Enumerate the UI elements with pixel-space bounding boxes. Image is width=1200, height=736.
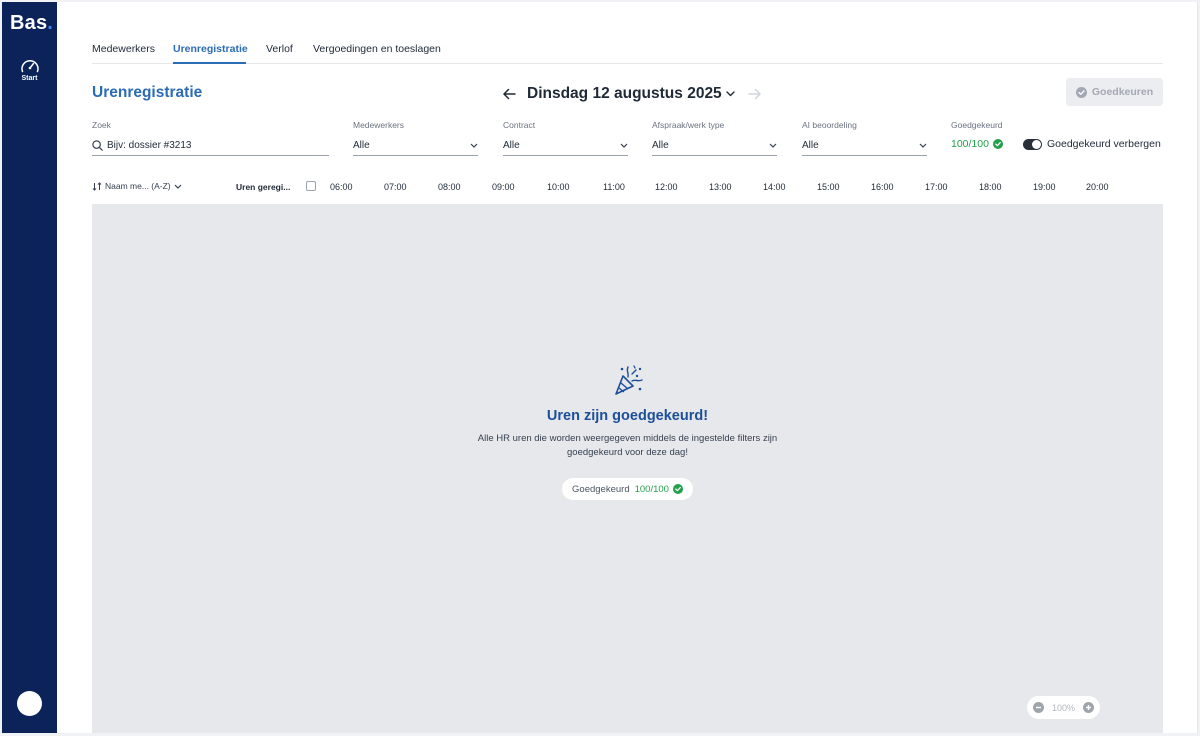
contract-filter: Contract Alle — [503, 120, 628, 157]
time-label: 18:00 — [979, 182, 1002, 192]
app-window: Bas. Start Medewerkers Urenregistratie V… — [2, 2, 1198, 733]
ai-rating-select[interactable]: Alle — [802, 135, 927, 156]
arrow-left-icon — [503, 88, 516, 100]
zoom-out-button[interactable] — [1033, 702, 1044, 713]
toggle-switch[interactable] — [1023, 138, 1042, 150]
appointment-type-filter: Afspraak/werk type Alle — [652, 120, 777, 157]
employees-select[interactable]: Alle — [353, 135, 478, 156]
hours-column-header[interactable]: Uren geregi... — [236, 182, 290, 192]
chevron-down-icon — [769, 143, 777, 148]
date-picker-toggle[interactable] — [725, 91, 735, 97]
empty-state-title: Uren zijn goedgekeurd! — [546, 408, 709, 424]
search-icon — [92, 139, 103, 151]
tab-bar: Medewerkers Urenregistratie Verlof Vergo… — [92, 38, 1163, 64]
time-label: 20:00 — [1086, 182, 1109, 192]
speedometer-icon — [20, 59, 39, 73]
check-circle-icon — [672, 484, 683, 494]
sidebar-item-label: Start — [21, 75, 38, 82]
chevron-down-icon — [725, 91, 735, 97]
time-label: 15:00 — [817, 182, 840, 192]
empty-state-text: Alle HR uren die worden weergegeven midd… — [477, 433, 778, 458]
time-label: 10:00 — [547, 182, 570, 192]
time-label: 07:00 — [384, 182, 407, 192]
chevron-down-icon — [470, 143, 478, 148]
party-popper-icon — [614, 365, 643, 395]
hide-approved-toggle[interactable]: Goedgekeurd verbergen — [1023, 138, 1161, 150]
page-title: Urenregistratie — [92, 84, 203, 101]
minus-icon — [1036, 706, 1041, 709]
check-circle-icon — [992, 139, 1003, 149]
ai-rating-label: AI beoordeling — [802, 120, 857, 130]
chevron-down-icon — [919, 143, 927, 148]
avatar[interactable] — [17, 691, 42, 716]
logo: Bas. — [10, 12, 54, 34]
zoom-control: 100% — [1027, 696, 1100, 719]
tab-urenregistratie[interactable]: Urenregistratie — [173, 43, 248, 55]
check-circle-icon — [1075, 86, 1087, 98]
time-label: 11:00 — [603, 182, 625, 192]
tab-vergoedingen[interactable]: Vergoedingen en toeslagen — [313, 43, 441, 55]
time-label: 09:00 — [492, 182, 515, 192]
approve-button[interactable]: Goedkeuren — [1066, 78, 1163, 106]
approved-count: 100/100 — [951, 138, 1003, 150]
sidebar-item-start[interactable]: Start — [8, 58, 51, 90]
search-input[interactable] — [107, 139, 307, 151]
active-tab-indicator — [173, 62, 246, 64]
approved-status-pill: Goedgekeurd 100/100 — [562, 478, 693, 500]
search-field[interactable] — [92, 135, 329, 156]
time-label: 17:00 — [925, 182, 948, 192]
screen-frame: Bas. Start Medewerkers Urenregistratie V… — [0, 0, 1200, 736]
select-all-checkbox[interactable] — [306, 181, 316, 191]
contract-select[interactable]: Alle — [503, 135, 628, 156]
tab-medewerkers[interactable]: Medewerkers — [92, 43, 155, 55]
tab-verlof[interactable]: Verlof — [266, 43, 293, 55]
employees-label: Medewerkers — [353, 120, 405, 130]
time-label: 16:00 — [871, 182, 894, 192]
zoom-level: 100% — [1051, 702, 1076, 713]
time-label: 14:00 — [763, 182, 786, 192]
time-label: 12:00 — [655, 182, 678, 192]
search-label: Zoek — [92, 120, 111, 130]
arrow-right-icon — [747, 88, 761, 100]
time-label: 13:00 — [709, 182, 732, 192]
ai-rating-filter: AI beoordeling Alle — [802, 120, 927, 157]
plus-icon — [1086, 705, 1091, 710]
zoom-in-button[interactable] — [1083, 702, 1094, 713]
contract-label: Contract — [503, 120, 536, 130]
employees-filter: Medewerkers Alle — [353, 120, 478, 157]
timeline-area: Uren zijn goedgekeurd! Alle HR uren die … — [92, 204, 1163, 733]
date-navigator: Dinsdag 12 augustus 2025 — [499, 83, 765, 105]
hide-approved-label: Goedgekeurd verbergen — [1047, 138, 1161, 150]
approved-filter: Goedgekeurd 100/100 — [951, 120, 1021, 157]
sidebar: Bas. Start — [2, 2, 57, 733]
empty-state: Uren zijn goedgekeurd! Alle HR uren die … — [92, 364, 1163, 500]
current-date[interactable]: Dinsdag 12 augustus 2025 — [527, 85, 722, 103]
next-day-button[interactable] — [745, 84, 765, 104]
approve-button-label: Goedkeuren — [1091, 86, 1154, 98]
appointment-type-label: Afspraak/werk type — [652, 120, 725, 130]
previous-day-button[interactable] — [499, 84, 519, 104]
time-label: 06:00 — [330, 182, 353, 192]
sort-dropdown[interactable]: Naam me... (A-Z) — [92, 181, 182, 191]
time-label: 08:00 — [438, 182, 461, 192]
appointment-type-select[interactable]: Alle — [652, 135, 777, 156]
chevron-down-icon — [174, 184, 182, 189]
time-label: 19:00 — [1033, 182, 1056, 192]
chevron-down-icon — [620, 143, 628, 148]
search-filter: Zoek — [92, 120, 329, 157]
approved-label: Goedgekeurd — [951, 120, 1003, 130]
sort-icon — [92, 181, 102, 191]
